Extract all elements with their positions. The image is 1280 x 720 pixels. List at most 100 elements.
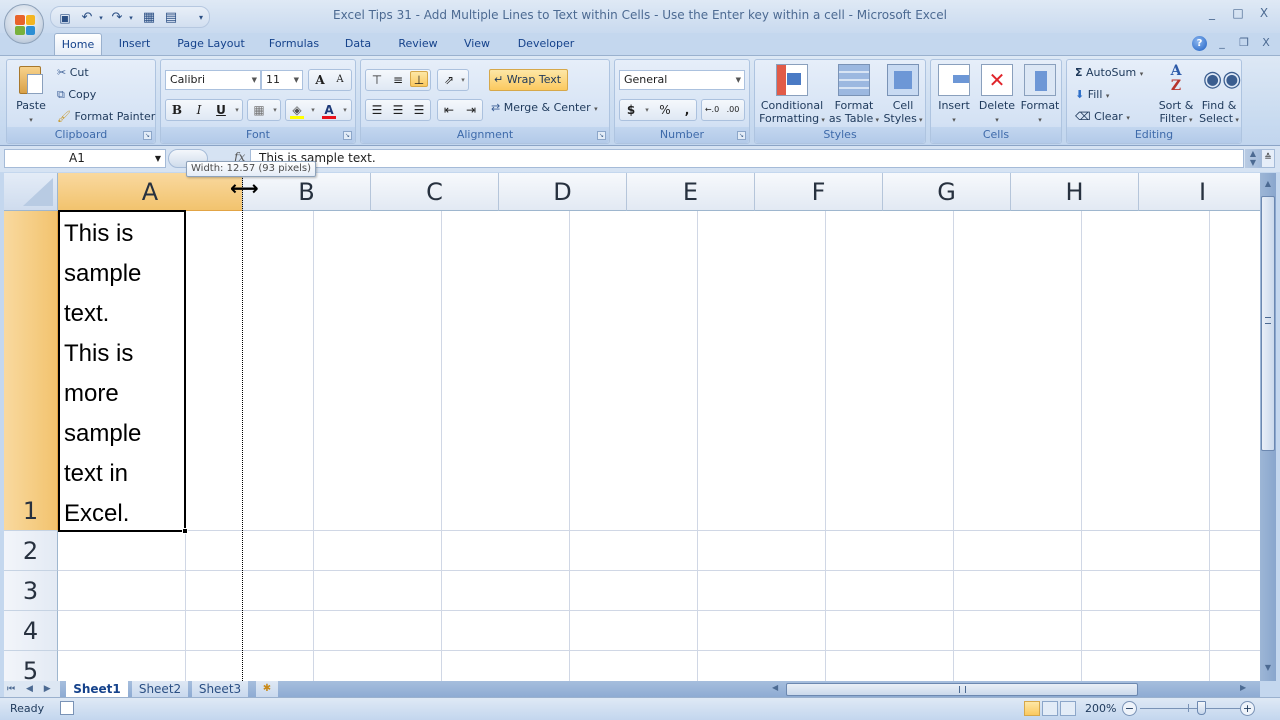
vertical-scrollbar[interactable]: ▲ ▼ bbox=[1260, 173, 1276, 681]
vertical-scroll-thumb[interactable] bbox=[1261, 196, 1275, 451]
copy-button[interactable]: ⧉ Copy bbox=[57, 88, 96, 102]
row-header-1[interactable]: 1 bbox=[4, 211, 58, 531]
comma-button[interactable]: , bbox=[678, 102, 696, 118]
bottom-align-icon[interactable]: ⊥ bbox=[410, 71, 428, 87]
record-macro-icon[interactable] bbox=[60, 701, 74, 715]
row-header-4[interactable]: 4 bbox=[4, 611, 58, 651]
sheet-tab-sheet1[interactable]: Sheet1 bbox=[66, 681, 128, 697]
fill-handle[interactable] bbox=[182, 528, 188, 534]
decrease-decimal-button[interactable]: .00 bbox=[724, 102, 742, 118]
close-button[interactable]: X bbox=[1252, 6, 1276, 24]
grow-font-button[interactable]: A bbox=[311, 72, 329, 88]
clipboard-launcher[interactable]: ↘ bbox=[143, 131, 152, 140]
font-name-combo[interactable]: Calibri ▼ bbox=[165, 70, 261, 90]
delete-cells-button[interactable]: ✕ Delete ▾ bbox=[975, 64, 1019, 127]
borders-button[interactable]: ▦ ▾ bbox=[247, 99, 281, 121]
middle-align-icon[interactable]: ≡ bbox=[389, 72, 407, 88]
scroll-down-icon[interactable]: ▼ bbox=[1260, 663, 1276, 677]
find-select-button[interactable]: ◉◉ Find & Select ▾ bbox=[1197, 64, 1241, 127]
row-header-5[interactable]: 5 bbox=[4, 651, 58, 681]
column-header-i[interactable]: I bbox=[1139, 173, 1260, 211]
currency-dropdown-icon[interactable]: ▾ bbox=[638, 102, 656, 118]
doc-minimize-button[interactable]: _ bbox=[1212, 36, 1232, 52]
tab-home[interactable]: Home bbox=[54, 33, 102, 56]
page-layout-view-button[interactable] bbox=[1042, 701, 1058, 716]
chevron-down-icon[interactable]: ▼ bbox=[155, 150, 161, 167]
increase-decimal-button[interactable]: ←.0 bbox=[703, 102, 721, 118]
column-header-g[interactable]: G bbox=[883, 173, 1011, 211]
column-header-d[interactable]: D bbox=[499, 173, 627, 211]
number-launcher[interactable]: ↘ bbox=[737, 131, 746, 140]
top-align-icon[interactable]: ⊤ bbox=[368, 72, 386, 88]
zoom-slider-thumb[interactable] bbox=[1197, 701, 1206, 715]
cut-button[interactable]: ✂ Cut bbox=[57, 66, 89, 79]
name-box[interactable]: A1 ▼ bbox=[4, 149, 166, 168]
font-launcher[interactable]: ↘ bbox=[343, 131, 352, 140]
format-as-table-button[interactable]: Format as Table ▾ bbox=[827, 64, 881, 127]
sheet-nav-buttons[interactable]: ⏮ ◀ ▶ ⏭ bbox=[4, 681, 60, 710]
doc-close-button[interactable]: X bbox=[1256, 36, 1276, 52]
tab-insert[interactable]: Insert bbox=[112, 33, 157, 55]
row-header-3[interactable]: 3 bbox=[4, 571, 58, 611]
underline-dropdown-icon[interactable]: ▾ bbox=[228, 102, 246, 118]
maximize-button[interactable]: □ bbox=[1226, 6, 1250, 24]
sheet-tab-sheet3[interactable]: Sheet3 bbox=[192, 681, 248, 697]
tab-view[interactable]: View bbox=[458, 33, 496, 55]
scroll-right-icon[interactable]: ▶ bbox=[1240, 683, 1252, 696]
font-size-combo[interactable]: 11 ▼ bbox=[261, 70, 303, 90]
align-center-icon[interactable]: ☰ bbox=[389, 102, 407, 118]
cell-a1[interactable]: This is sample text. This is more sample text … bbox=[58, 210, 188, 534]
paste-button[interactable]: Paste ▾ bbox=[11, 64, 51, 127]
autosum-button[interactable]: Σ AutoSum ▾ bbox=[1075, 66, 1143, 79]
insert-cells-button[interactable]: Insert ▾ bbox=[933, 64, 975, 127]
increase-indent-icon[interactable]: ⇥ bbox=[462, 102, 480, 118]
formula-scroll-buttons[interactable]: ▲ ▼ bbox=[1245, 149, 1261, 168]
column-header-b[interactable]: B bbox=[243, 173, 371, 211]
office-button[interactable] bbox=[4, 4, 44, 44]
orientation-button[interactable]: ⇗ ▾ bbox=[437, 69, 469, 91]
zoom-out-button[interactable]: − bbox=[1122, 701, 1137, 716]
bold-button[interactable]: B bbox=[168, 102, 186, 118]
percent-button[interactable]: % bbox=[656, 102, 674, 118]
zoom-slider-track[interactable] bbox=[1140, 708, 1240, 709]
horizontal-scroll-thumb[interactable] bbox=[786, 683, 1138, 696]
minimize-button[interactable]: _ bbox=[1200, 6, 1224, 24]
cell-styles-button[interactable]: Cell Styles ▾ bbox=[883, 64, 923, 127]
expand-formula-bar-button[interactable]: ≙ bbox=[1261, 149, 1275, 168]
conditional-formatting-button[interactable]: Conditional Formatting ▾ bbox=[757, 64, 827, 127]
worksheet-grid[interactable]: ABCDEFGHI 12345 This is sample text. This i… bbox=[4, 173, 1260, 681]
tab-review[interactable]: Review bbox=[394, 33, 442, 55]
horizontal-scrollbar[interactable]: ◀ ▶ bbox=[768, 683, 1256, 696]
zoom-in-button[interactable]: + bbox=[1240, 701, 1255, 716]
insert-sheet-icon[interactable]: ✱ bbox=[256, 681, 278, 697]
help-icon[interactable]: ? bbox=[1192, 36, 1207, 51]
number-format-combo[interactable]: General ▼ bbox=[619, 70, 745, 90]
row-header-2[interactable]: 2 bbox=[4, 531, 58, 571]
merge-center-button[interactable]: ⇄ Merge & Center ▾ bbox=[491, 101, 598, 114]
formula-input[interactable]: This is sample text. bbox=[250, 149, 1244, 168]
select-all-button[interactable] bbox=[4, 173, 58, 211]
column-header-h[interactable]: H bbox=[1011, 173, 1139, 211]
page-break-view-button[interactable] bbox=[1060, 701, 1076, 716]
normal-view-button[interactable] bbox=[1024, 701, 1040, 716]
fill-button[interactable]: ⬇ Fill ▾ bbox=[1075, 88, 1109, 101]
format-cells-button[interactable]: Format ▾ bbox=[1019, 64, 1061, 127]
italic-button[interactable]: I bbox=[190, 102, 208, 118]
column-header-c[interactable]: C bbox=[371, 173, 499, 211]
column-header-a[interactable]: A bbox=[58, 173, 243, 211]
scroll-left-icon[interactable]: ◀ bbox=[772, 683, 784, 696]
clear-button[interactable]: ⌫ Clear ▾ bbox=[1075, 110, 1130, 123]
column-header-f[interactable]: F bbox=[755, 173, 883, 211]
tab-page-layout[interactable]: Page Layout bbox=[174, 33, 248, 55]
tab-data[interactable]: Data bbox=[340, 33, 376, 55]
doc-restore-button[interactable]: ❐ bbox=[1234, 36, 1254, 52]
scroll-up-icon[interactable]: ▲ bbox=[1260, 179, 1276, 193]
wrap-text-button[interactable]: ↵ Wrap Text bbox=[489, 69, 569, 91]
font-color-dropdown-icon[interactable]: ▾ bbox=[336, 102, 354, 118]
alignment-launcher[interactable]: ↘ bbox=[597, 131, 606, 140]
sheet-tab-sheet2[interactable]: Sheet2 bbox=[132, 681, 188, 697]
align-right-icon[interactable]: ☰ bbox=[410, 102, 428, 118]
decrease-indent-icon[interactable]: ⇤ bbox=[440, 102, 458, 118]
zoom-level[interactable]: 200% bbox=[1085, 702, 1116, 715]
tab-formulas[interactable]: Formulas bbox=[264, 33, 324, 55]
